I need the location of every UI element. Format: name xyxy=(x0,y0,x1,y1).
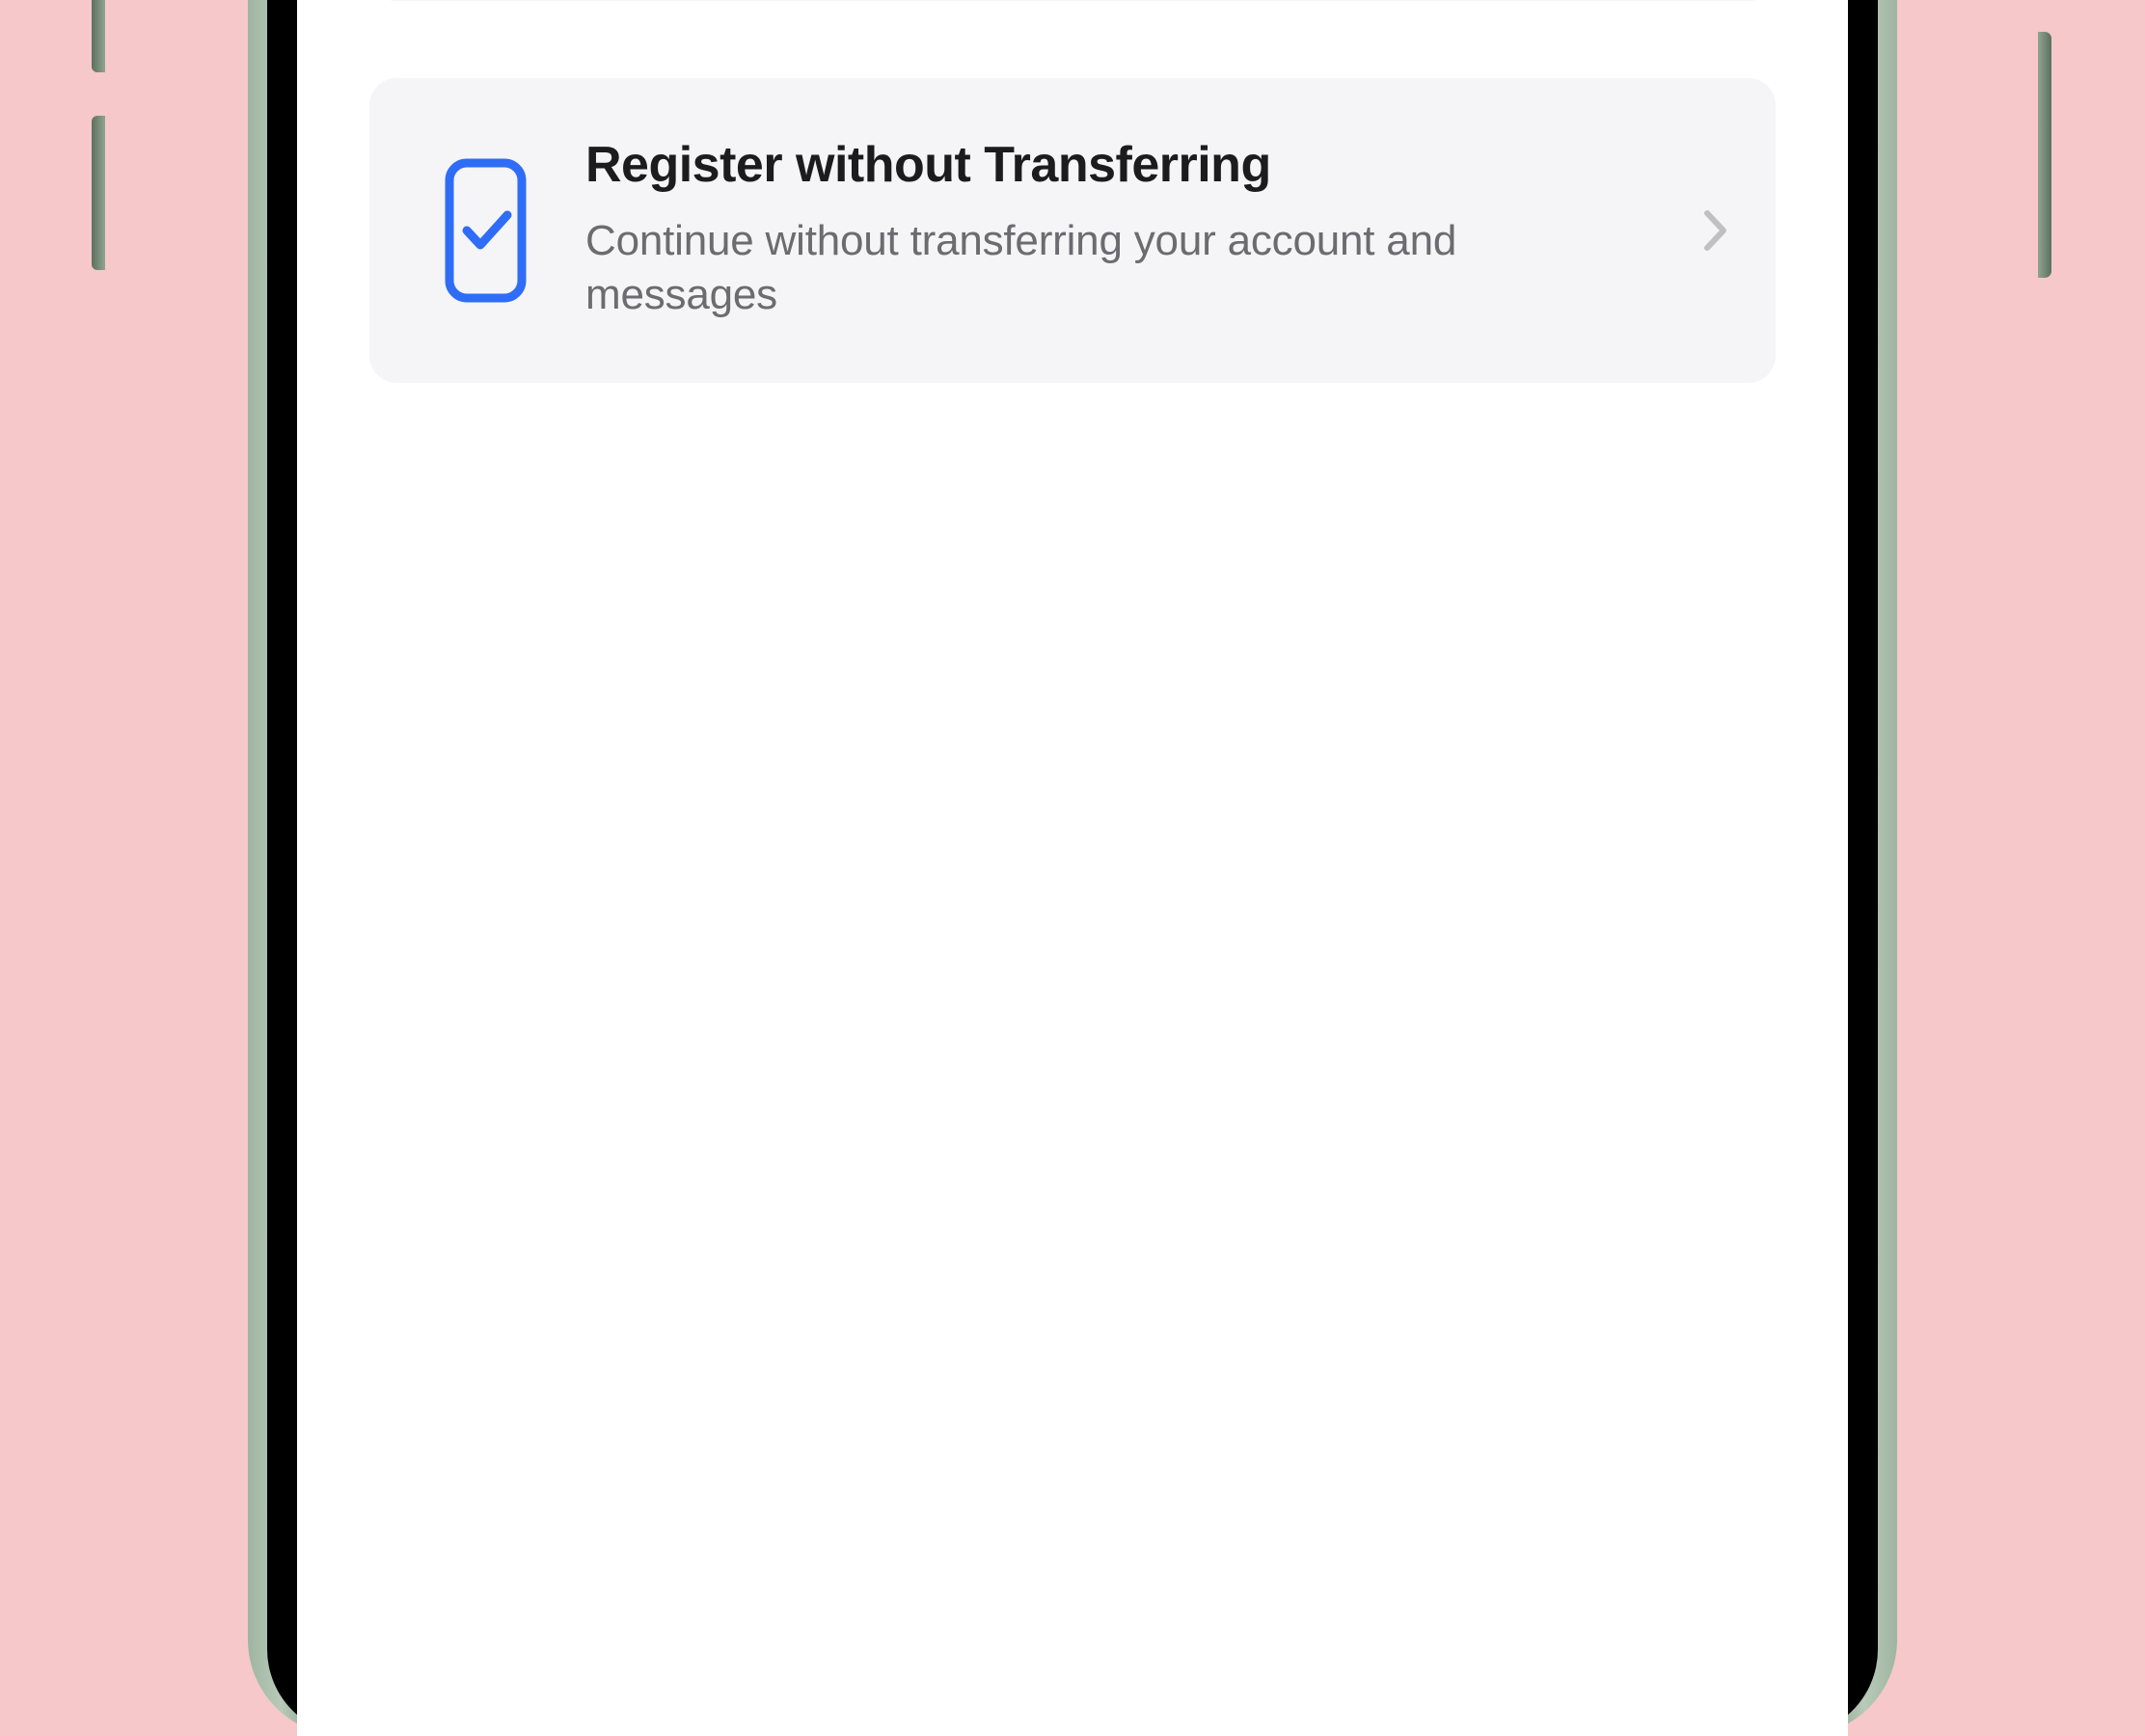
register-without-transferring-option[interactable]: Register without Transferring Continue w… xyxy=(369,78,1776,383)
options-list: Transfer from iOS Device Transfer your a… xyxy=(369,0,1776,460)
phone-checkmark-icon xyxy=(418,153,545,308)
transfer-from-ios-option[interactable]: Transfer from iOS Device Transfer your a… xyxy=(369,0,1776,1)
phone-screen: Transfer from iOS Device Transfer your a… xyxy=(297,0,1848,1736)
phone-frame: Transfer from iOS Device Transfer your a… xyxy=(144,0,2001,1736)
phone-volume-button-1 xyxy=(92,0,105,72)
phone-power-button xyxy=(2038,32,2051,278)
phone-volume-button-2 xyxy=(92,116,105,270)
option-title: Register without Transferring xyxy=(585,138,1656,193)
option-description: Continue without transferring your accou… xyxy=(585,214,1656,323)
option-text-group: Register without Transferring Continue w… xyxy=(585,138,1656,323)
chevron-right-icon xyxy=(1697,209,1735,252)
